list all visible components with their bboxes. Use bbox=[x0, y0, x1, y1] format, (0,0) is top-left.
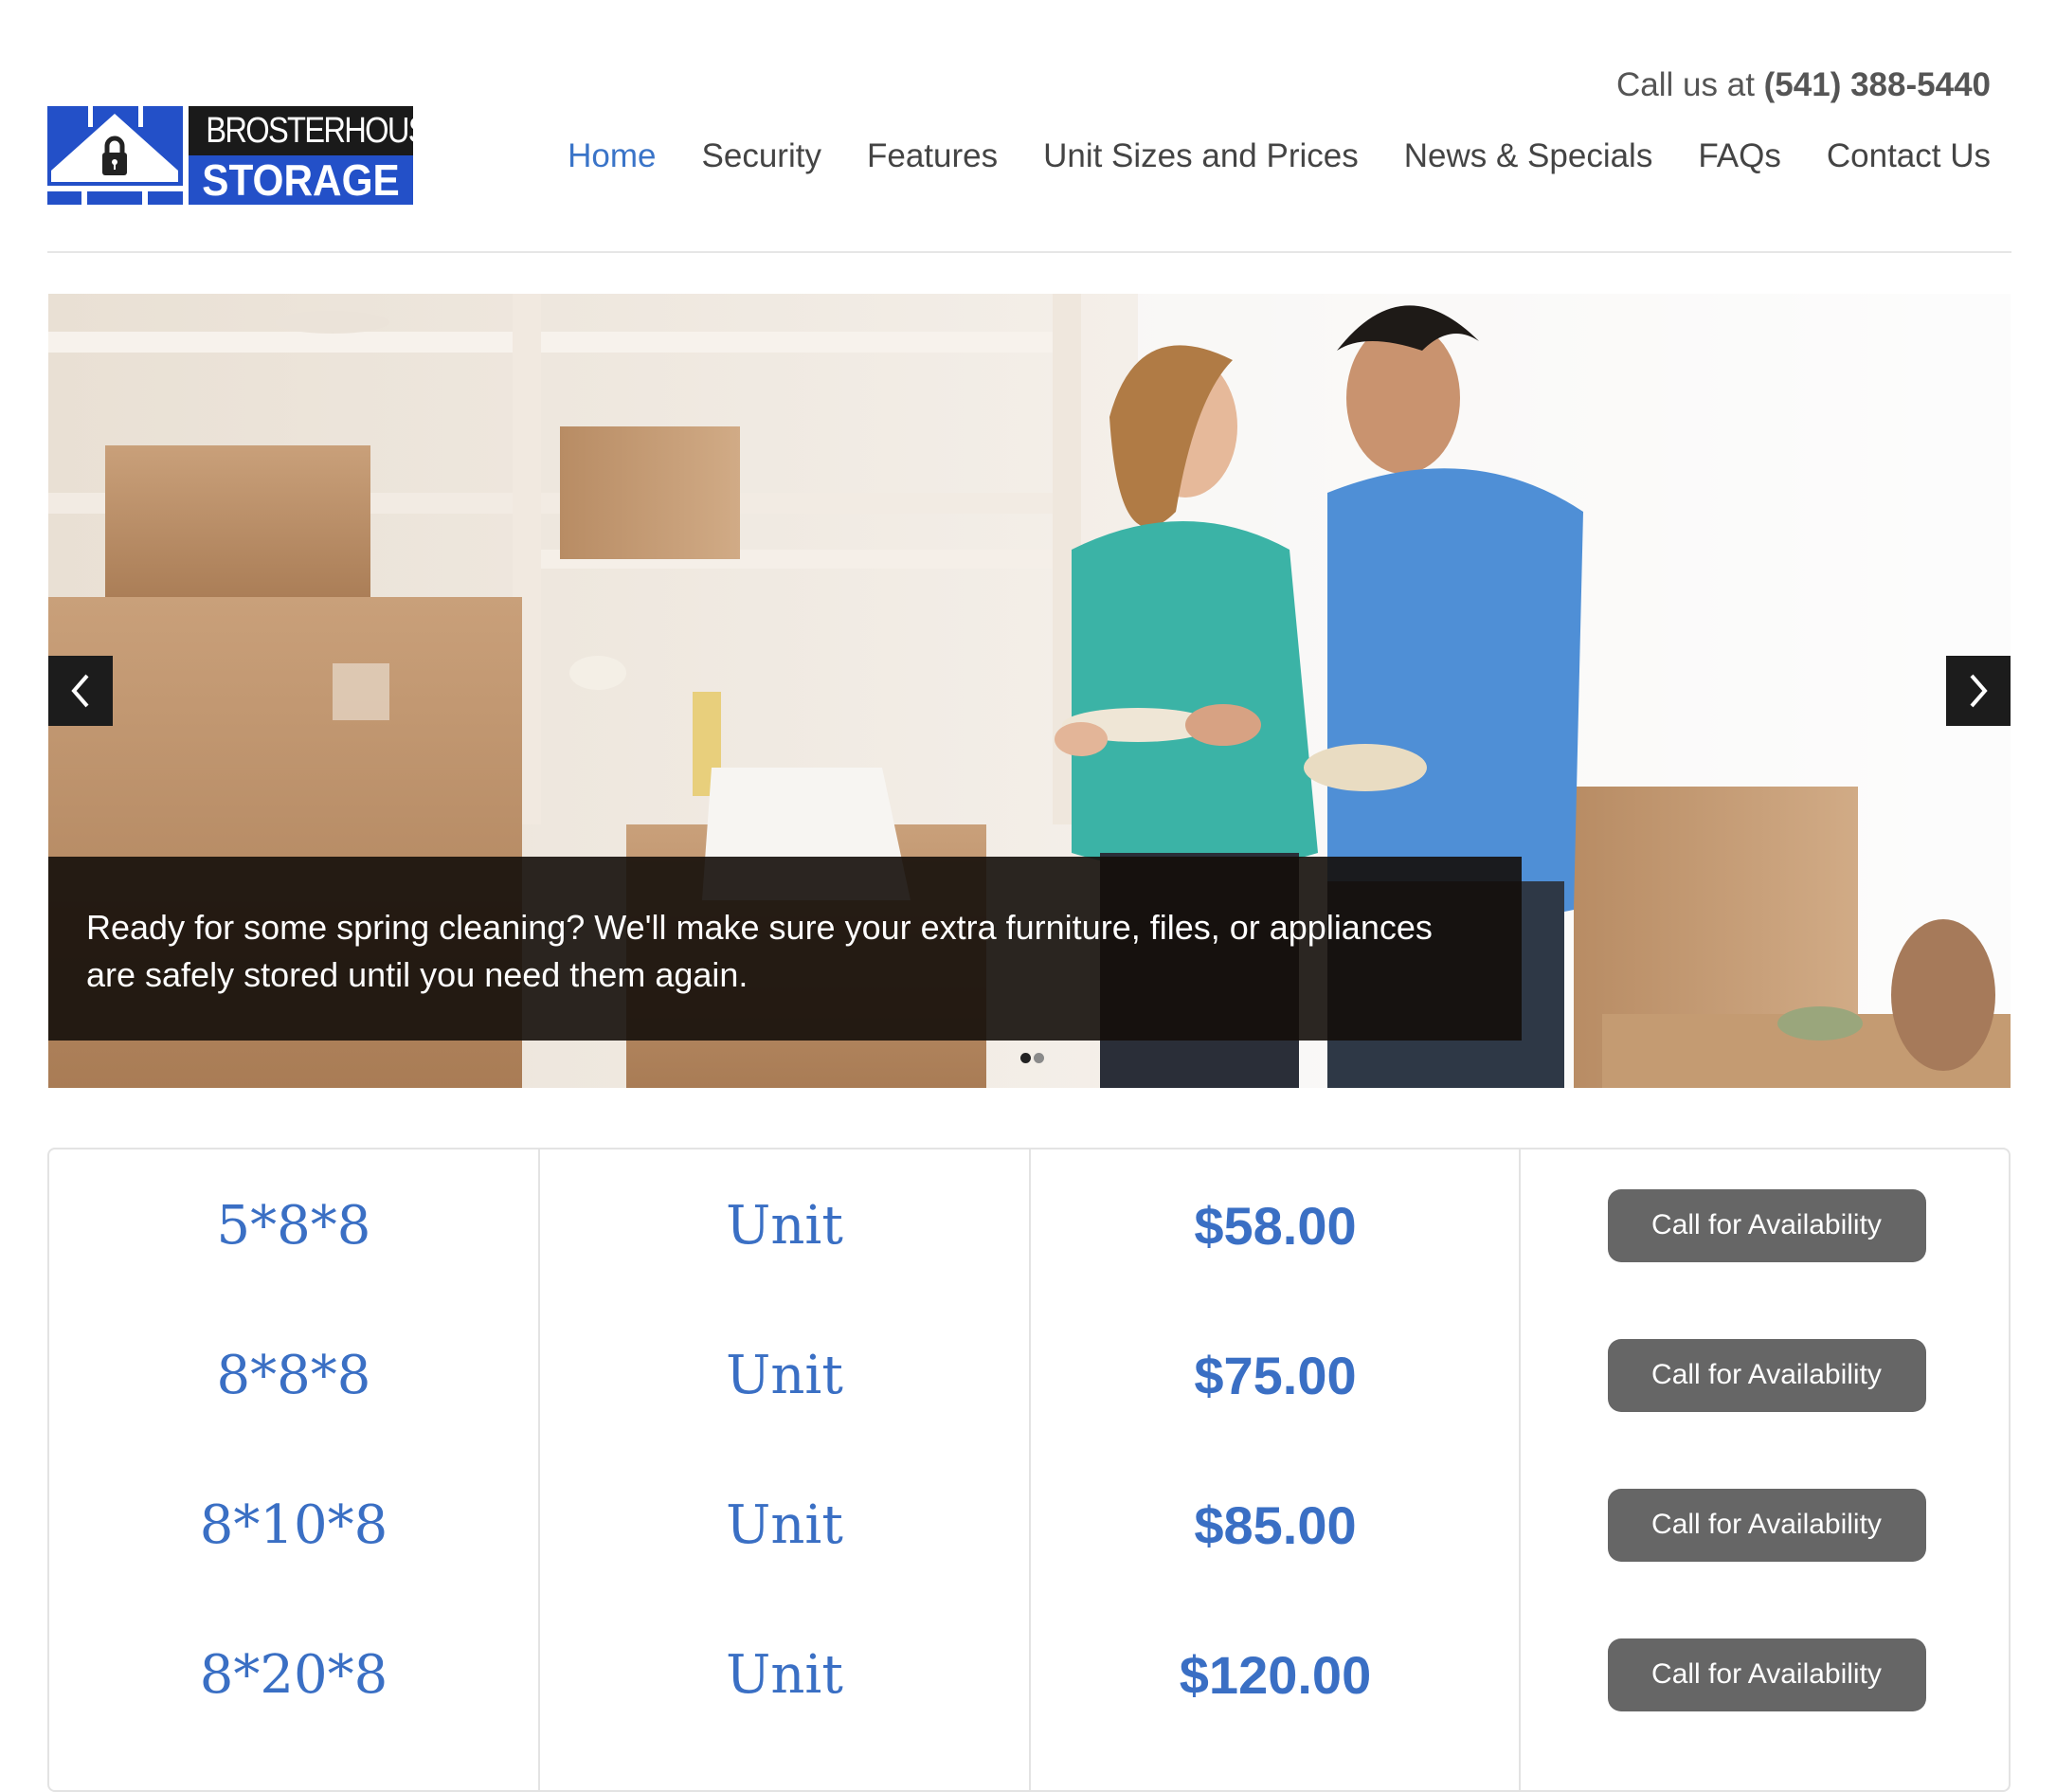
call-availability-button[interactable]: Call for Availability bbox=[1607, 1188, 1926, 1262]
availability-cell: Call for Availability bbox=[1521, 1463, 2012, 1586]
main-nav: Home Security Features Unit Sizes and Pr… bbox=[522, 137, 1991, 175]
nav-contact-us[interactable]: Contact Us bbox=[1827, 137, 1991, 175]
carousel-prev-button[interactable] bbox=[48, 656, 113, 726]
carousel-indicators bbox=[1020, 1053, 1044, 1063]
unit-size: 8*20*8 bbox=[199, 1643, 388, 1706]
site-header: BROSTERHOUS STORAGE Call us at (541) 388… bbox=[47, 0, 2011, 253]
carousel-dot-1[interactable] bbox=[1020, 1053, 1031, 1063]
chevron-left-icon bbox=[71, 674, 89, 708]
carousel-next-button[interactable] bbox=[1946, 656, 2011, 726]
nav-features[interactable]: Features bbox=[867, 137, 998, 175]
pricing-row: 8*10*8 Unit $85.00 Call for Availability bbox=[49, 1463, 2009, 1586]
pricing-row: 8*20*8 Unit $120.00 Call for Availabilit… bbox=[49, 1613, 2009, 1736]
unit-price: $58.00 bbox=[1194, 1195, 1357, 1256]
unit-type: Unit bbox=[726, 1493, 843, 1556]
unit-pricing-table: 5*8*8 Unit $58.00 Call for Availability … bbox=[47, 1148, 2011, 1792]
nav-faqs[interactable]: FAQs bbox=[1698, 137, 1781, 175]
call-availability-button[interactable]: Call for Availability bbox=[1607, 1338, 1926, 1412]
logo-text-top: BROSTERHOUS bbox=[206, 111, 428, 151]
call-availability-button[interactable]: Call for Availability bbox=[1607, 1488, 1926, 1562]
hero-carousel: Ready for some spring cleaning? We'll ma… bbox=[48, 294, 2011, 1088]
availability-cell: Call for Availability bbox=[1521, 1164, 2012, 1287]
pricing-row: 8*8*8 Unit $75.00 Call for Availability bbox=[49, 1313, 2009, 1437]
carousel-dot-2[interactable] bbox=[1034, 1053, 1044, 1063]
nav-news-specials[interactable]: News & Specials bbox=[1404, 137, 1653, 175]
nav-unit-sizes-prices[interactable]: Unit Sizes and Prices bbox=[1043, 137, 1359, 175]
call-availability-button[interactable]: Call for Availability bbox=[1607, 1638, 1926, 1711]
phone-prefix: Call us at bbox=[1616, 66, 1755, 103]
unit-price: $120.00 bbox=[1179, 1644, 1372, 1705]
unit-type: Unit bbox=[726, 1344, 843, 1406]
unit-size: 8*10*8 bbox=[199, 1493, 388, 1556]
phone-contact: Call us at (541) 388-5440 bbox=[1616, 66, 1991, 104]
nav-home[interactable]: Home bbox=[568, 137, 656, 175]
chevron-right-icon bbox=[1970, 674, 1988, 708]
logo-text-bottom: STORAGE bbox=[202, 155, 400, 205]
unit-type: Unit bbox=[726, 1194, 843, 1257]
unit-size: 8*8*8 bbox=[216, 1344, 371, 1406]
unit-price: $85.00 bbox=[1194, 1494, 1357, 1555]
carousel-caption: Ready for some spring cleaning? We'll ma… bbox=[48, 857, 1522, 1041]
availability-cell: Call for Availability bbox=[1521, 1613, 2012, 1736]
pricing-row: 5*8*8 Unit $58.00 Call for Availability bbox=[49, 1164, 2009, 1287]
phone-number[interactable]: (541) 388-5440 bbox=[1764, 66, 1991, 103]
unit-price: $75.00 bbox=[1194, 1345, 1357, 1405]
nav-security[interactable]: Security bbox=[702, 137, 821, 175]
availability-cell: Call for Availability bbox=[1521, 1313, 2012, 1437]
unit-size: 5*8*8 bbox=[216, 1194, 371, 1257]
site-logo[interactable]: BROSTERHOUS STORAGE bbox=[47, 106, 429, 205]
unit-type: Unit bbox=[726, 1643, 843, 1706]
